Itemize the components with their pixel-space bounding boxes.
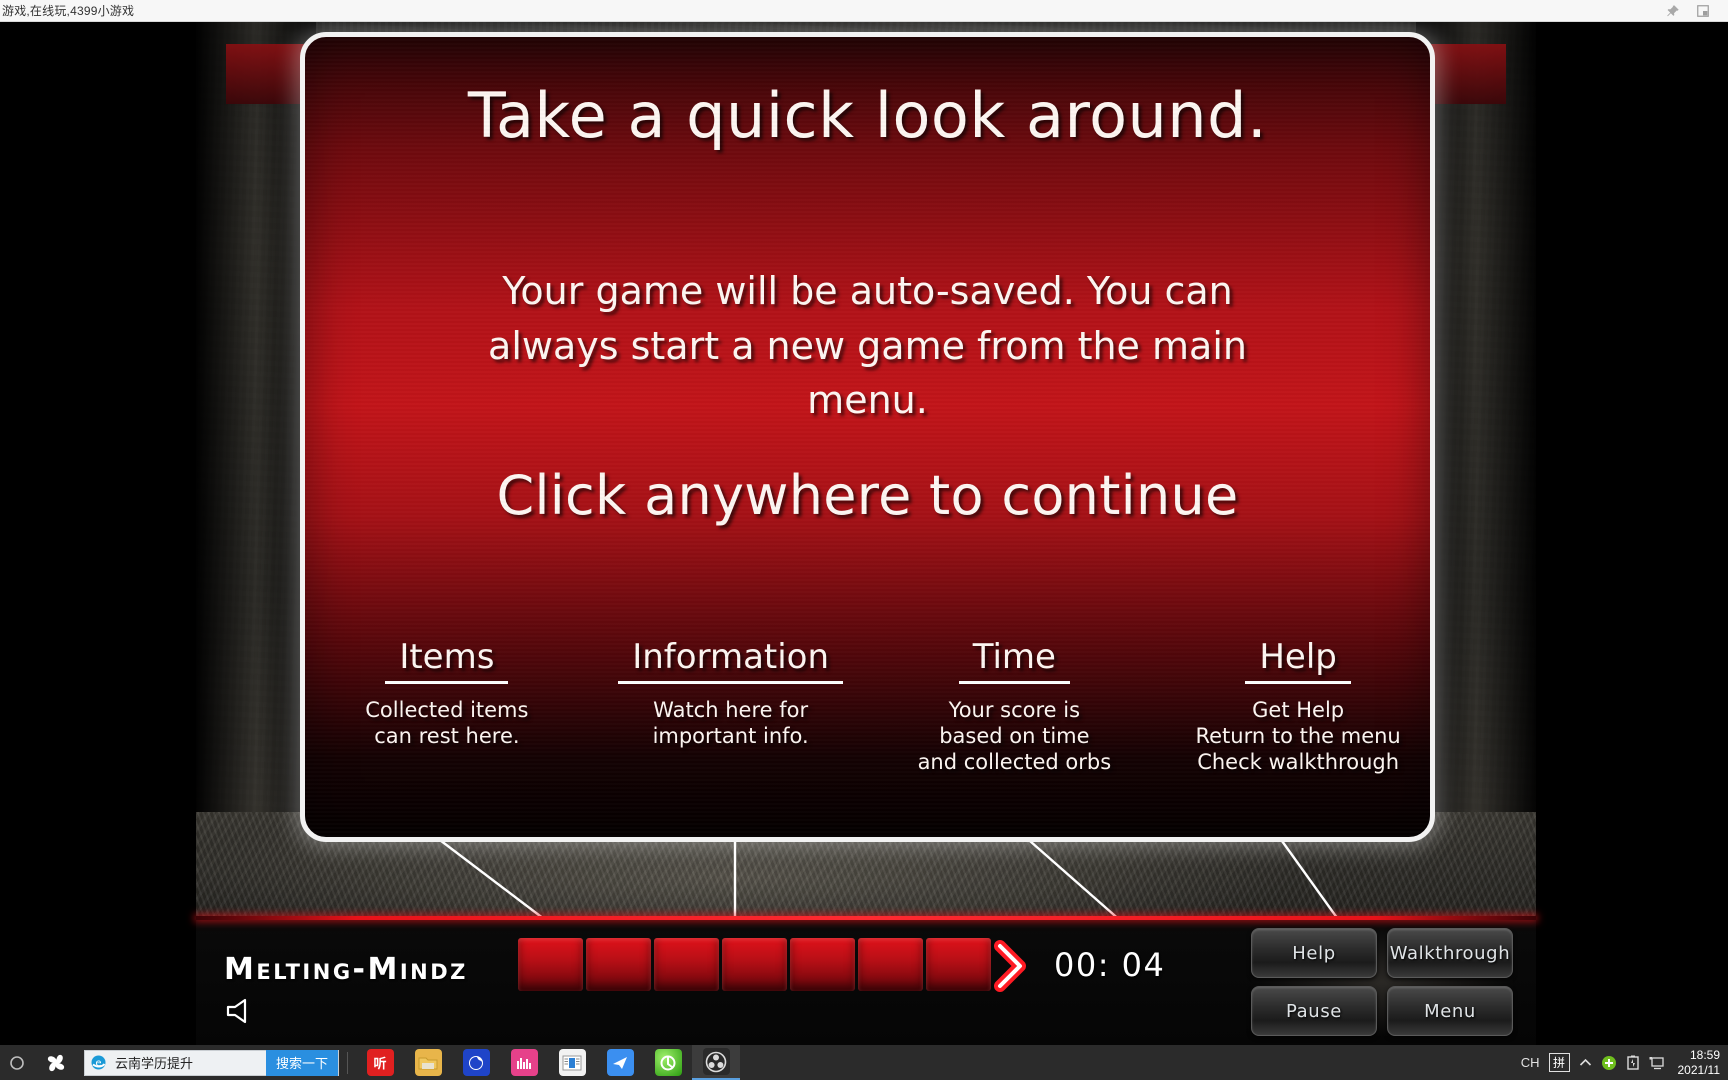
svg-text:e: e: [95, 1058, 101, 1069]
dialog-continue-prompt: Click anywhere to continue: [496, 464, 1239, 528]
tray-lang-indicator[interactable]: CH: [1521, 1055, 1540, 1070]
chevron-right-icon[interactable]: [990, 938, 1030, 994]
pin-icon[interactable]: [1666, 4, 1680, 18]
legend-desc-time: Your score is based on time and collected …: [917, 698, 1112, 774]
windows-taskbar: e 云南学历提升 搜索一下 听 CH 拼 18:59 2021/11: [0, 1045, 1728, 1080]
system-tray: CH 拼 18:59 2021/11: [1521, 1048, 1728, 1078]
legend-column-information: Information Watch here for important info…: [589, 637, 873, 775]
legend-desc-help: Get Help Return to the menu Check walkthro…: [1195, 698, 1401, 774]
browser-title-bar: 游戏,在线玩,4399小游戏: [0, 0, 1728, 22]
legend-desc-information: Watch here for important info.: [652, 698, 809, 748]
tb-app-obs[interactable]: [692, 1045, 740, 1080]
tb-app-reader[interactable]: [548, 1045, 596, 1080]
messenger-icon: [606, 1049, 634, 1076]
kingsoft-icon: 听: [366, 1049, 394, 1076]
dialog-body-text: Your game will be auto-saved. You can al…: [488, 269, 1247, 423]
search-input[interactable]: e 云南学历提升 搜索一下: [84, 1049, 339, 1076]
walkthrough-button[interactable]: Walkthrough: [1387, 928, 1513, 978]
inventory-slot[interactable]: [518, 938, 583, 991]
clock-time: 18:59: [1689, 1047, 1720, 1062]
hud-accent-line: [196, 916, 1536, 920]
inventory-slot[interactable]: [790, 938, 855, 991]
inventory-slot[interactable]: [722, 938, 787, 991]
obs-icon: [702, 1048, 730, 1075]
game-hud-bar: Melting-Mindz 00: 04 Help Walkthrough Pa…: [196, 916, 1536, 1045]
inventory-slots[interactable]: [518, 938, 991, 991]
tb-app-explorer[interactable]: [404, 1045, 452, 1080]
reader-icon: [558, 1049, 586, 1076]
menu-button[interactable]: Menu: [1387, 986, 1513, 1036]
tb-app-messenger[interactable]: [596, 1045, 644, 1080]
search-input-value: 云南学历提升: [115, 1056, 194, 1071]
tb-app-kingsoft[interactable]: 听: [356, 1045, 404, 1080]
browser-icon: [462, 1049, 490, 1076]
battery-icon[interactable]: [1626, 1055, 1640, 1070]
inventory-slot[interactable]: [654, 938, 719, 991]
game-timer: 00: 04: [1054, 946, 1166, 984]
folder-icon: [414, 1049, 442, 1076]
inventory-slot[interactable]: [858, 938, 923, 991]
tutorial-dialog[interactable]: Take a quick look around. Your game will…: [300, 32, 1435, 842]
inventory-slot[interactable]: [586, 938, 651, 991]
browser-page-title: 游戏,在线玩,4399小游戏: [2, 4, 135, 18]
legend-desc-items: Collected items can rest here.: [365, 698, 529, 748]
browser-window-controls: [1666, 4, 1728, 18]
pause-button[interactable]: Pause: [1251, 986, 1377, 1036]
green-browser-icon: [654, 1049, 682, 1076]
legend-title-help: Help: [1245, 637, 1351, 684]
brand-logo: Melting-Mindz: [224, 952, 468, 987]
legend-column-items: Items Collected items can rest here.: [305, 637, 589, 775]
360-browser-icon[interactable]: [34, 1045, 78, 1080]
network-icon[interactable]: [1649, 1056, 1665, 1070]
restore-window-icon[interactable]: [1696, 4, 1710, 18]
clock[interactable]: 18:59 2021/11: [1674, 1048, 1721, 1078]
start-orb-icon[interactable]: [0, 1045, 34, 1080]
inventory-slot[interactable]: [926, 938, 991, 991]
search-submit-button[interactable]: 搜索一下: [265, 1049, 338, 1076]
hud-legend-columns: Items Collected items can rest here. Info…: [305, 637, 1430, 775]
security-icon[interactable]: [1601, 1055, 1617, 1071]
legend-title-items: Items: [385, 637, 509, 684]
ime-pinyin-icon[interactable]: 拼: [1548, 1053, 1570, 1072]
tb-app-greenbrowser[interactable]: [644, 1045, 692, 1080]
dialog-title: Take a quick look around.: [467, 79, 1268, 152]
ie-icon: e: [85, 1054, 111, 1071]
music-icon: [510, 1049, 538, 1076]
speaker-icon[interactable]: [224, 996, 258, 1026]
clock-date: 2021/11: [1677, 1062, 1721, 1077]
legend-column-time: Time Your score is based on time and colle…: [873, 637, 1157, 775]
legend-title-time: Time: [958, 637, 1070, 684]
game-stage[interactable]: Take a quick look around. Your game will…: [0, 22, 1728, 1045]
chevron-up-icon[interactable]: [1579, 1058, 1592, 1067]
tb-app-music[interactable]: [500, 1045, 548, 1080]
legend-column-help: Help Get Help Return to the menu Check wal…: [1156, 637, 1430, 775]
tb-app-browser[interactable]: [452, 1045, 500, 1080]
taskbar-divider: [347, 1051, 348, 1074]
legend-title-information: Information: [618, 637, 844, 684]
help-button[interactable]: Help: [1251, 928, 1377, 978]
hud-button-group: Help Walkthrough Pause Menu: [1251, 928, 1513, 1036]
